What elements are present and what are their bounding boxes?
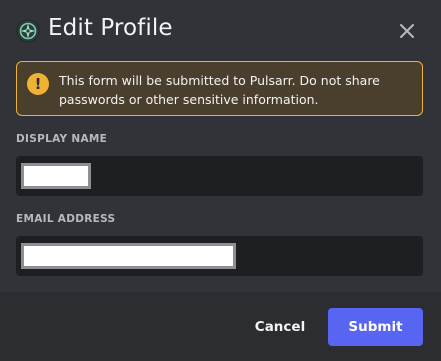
display-name-field[interactable] [16,156,423,196]
compass-icon [16,19,40,43]
cancel-button[interactable]: Cancel [244,308,316,346]
warning-banner: ! This form will be submitted to Pulsarr… [16,61,423,116]
warning-text: This form will be submitted to Pulsarr. … [59,73,380,107]
close-icon[interactable] [396,20,418,42]
exclamation-icon: ! [27,73,49,95]
submit-button[interactable]: Submit [328,308,423,346]
modal-header: Edit Profile [0,0,441,58]
redacted-value [24,166,88,186]
display-name-label: DISPLAY NAME [16,133,108,145]
edit-profile-modal: Edit Profile ! This form will be submitt… [0,0,441,361]
email-label: EMAIL ADDRESS [16,213,116,225]
email-field[interactable] [16,236,423,276]
redacted-value [24,246,233,266]
modal-footer: Cancel Submit [0,292,441,361]
modal-title: Edit Profile [48,15,173,41]
